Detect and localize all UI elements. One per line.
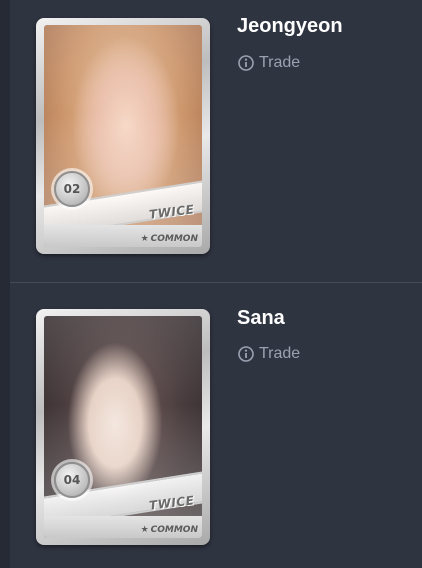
photocard[interactable]: 02 TWICE ★ COMMON xyxy=(36,18,210,254)
member-name: Sana xyxy=(237,307,285,329)
rarity-label: ★ COMMON xyxy=(141,525,198,535)
rarity-text: COMMON xyxy=(150,525,198,535)
card-entry: 02 TWICE ★ COMMON Jeongyeon Trade xyxy=(10,0,422,283)
photocard-frame: 04 TWICE ★ COMMON xyxy=(44,316,202,538)
photocard-frame: 02 TWICE ★ COMMON xyxy=(44,25,202,247)
member-name: Jeongyeon xyxy=(237,15,343,37)
card-entry: 04 TWICE ★ COMMON Sana Trade xyxy=(10,283,422,568)
rarity-text: COMMON xyxy=(150,234,198,244)
star-icon: ★ xyxy=(140,525,149,535)
trade-link[interactable]: Trade xyxy=(238,345,300,363)
photocard[interactable]: 04 TWICE ★ COMMON xyxy=(36,309,210,545)
info-icon xyxy=(238,346,254,362)
trade-label: Trade xyxy=(259,345,301,362)
left-rail xyxy=(0,0,10,568)
card-number-badge: 02 xyxy=(54,171,90,207)
card-number-badge: 04 xyxy=(54,462,90,498)
info-icon xyxy=(238,55,254,71)
trade-label: Trade xyxy=(259,54,301,71)
star-icon: ★ xyxy=(140,234,149,244)
rarity-label: ★ COMMON xyxy=(141,234,198,244)
card-collection-view: 02 TWICE ★ COMMON Jeongyeon Trade 04 TWI… xyxy=(0,0,422,568)
trade-link[interactable]: Trade xyxy=(238,54,300,72)
